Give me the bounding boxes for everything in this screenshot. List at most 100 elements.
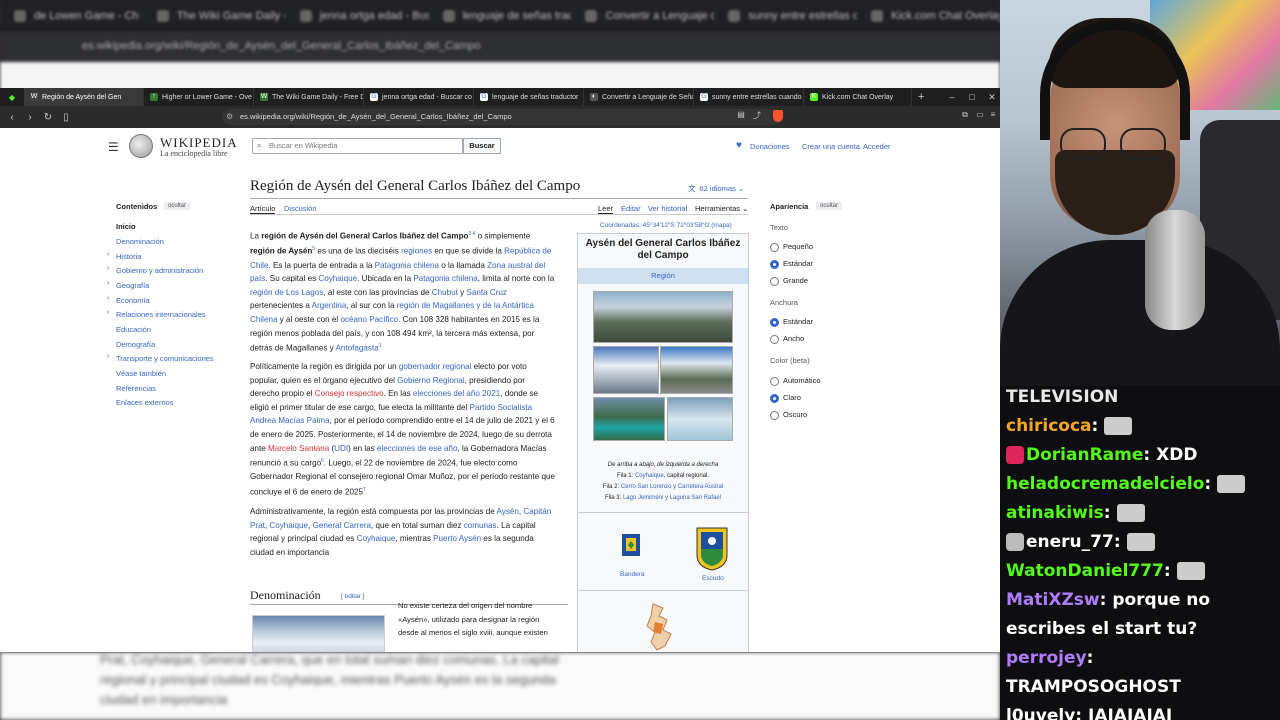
search-button[interactable]: Buscar (463, 138, 501, 154)
chat-username[interactable]: eneru_77 (1026, 532, 1114, 552)
article-link[interactable]: Andrea Macías Palma (250, 416, 330, 425)
create-account-link[interactable]: Crear una cuenta (802, 142, 860, 151)
chevron-right-icon[interactable]: › (107, 295, 109, 302)
radio-label[interactable]: Grande (783, 276, 808, 285)
back-icon[interactable]: ‹ (6, 112, 18, 123)
radio-label[interactable]: Claro (783, 393, 801, 402)
photo-laguna-san-rafael[interactable] (667, 397, 733, 441)
toc-item[interactable]: Inicio (116, 222, 136, 231)
article-link[interactable]: Chile (250, 261, 268, 270)
chat-username[interactable]: heladocremadelcielo (1006, 474, 1204, 494)
kick-extension-icon[interactable]: ◆ (0, 93, 24, 102)
login-link[interactable]: Acceder (863, 142, 891, 151)
chevron-right-icon[interactable]: › (107, 251, 109, 258)
flag-label[interactable]: Bandera (620, 571, 645, 578)
article-link[interactable]: Gobierno Regional (397, 376, 465, 385)
article-link[interactable]: Puerto Aysén (433, 534, 481, 543)
radio-label[interactable]: Automático (783, 376, 821, 385)
chat-username[interactable]: TELEVISION (1006, 387, 1118, 407)
article-link[interactable]: país (250, 274, 265, 283)
radio-button[interactable] (770, 335, 779, 344)
article-link[interactable]: región de Magallanes y de la Antártica (397, 301, 534, 310)
article-link[interactable]: Chubut (432, 288, 458, 297)
glacier-image[interactable] (252, 615, 385, 652)
tab-read[interactable]: Leer (598, 204, 614, 214)
radio-button[interactable] (770, 243, 779, 252)
search-input[interactable]: ⌕ Buscar en Wikipedia (252, 138, 463, 154)
caption-link[interactable]: Lago Jeinimeni y Laguna San Rafael (623, 495, 721, 501)
toc-item[interactable]: Denominación (116, 237, 164, 246)
article-link[interactable]: Zona austral del (487, 261, 545, 270)
photo-lago-jeinimeni[interactable] (593, 397, 665, 441)
site-info-icon[interactable]: ⚙ (226, 109, 233, 125)
article-link[interactable]: Prat (250, 521, 265, 530)
toc-hide-button[interactable]: ocultar (164, 202, 191, 210)
toc-item[interactable]: Relaciones internacionales (116, 310, 206, 319)
flag-image[interactable] (622, 534, 640, 556)
article-link[interactable]: Argentina (312, 301, 347, 310)
url-field[interactable]: ⚙ es.wikipedia.org/wiki/Región_de_Aysén_… (222, 109, 782, 125)
toc-item[interactable]: Referencias (116, 384, 156, 393)
share-icon[interactable]: ⤴ (752, 110, 762, 122)
article-link[interactable]: océano Pacífico (340, 315, 398, 324)
toc-item[interactable]: Historia (116, 252, 141, 261)
chat-username[interactable]: DorianRame (1026, 445, 1143, 465)
photo-carretera-austral[interactable] (660, 346, 733, 394)
chat-username[interactable]: atinakiwis (1006, 503, 1104, 523)
menu-icon[interactable]: ≡ (988, 110, 998, 122)
radio-label[interactable]: Estándar (783, 317, 813, 326)
main-menu-icon[interactable]: ☰ (108, 140, 119, 154)
wallet-icon[interactable]: ▭ (975, 110, 985, 122)
tab-item[interactable]: K Kick.com Chat Overlay (804, 88, 912, 106)
tab-discussion[interactable]: Discusión (284, 204, 317, 213)
new-tab-button[interactable]: + (918, 91, 924, 103)
tab-article[interactable]: Artículo (250, 204, 276, 214)
chevron-right-icon[interactable]: › (107, 265, 109, 272)
article-link[interactable]: Patagonia chilena (375, 261, 439, 270)
article-link[interactable]: región de Los Lagos (250, 288, 323, 297)
section-edit-link[interactable]: [ editar ] (341, 593, 364, 600)
tab-tools[interactable]: Herramientas ⌄ (695, 204, 748, 213)
donate-link[interactable]: Donaciones (750, 142, 790, 151)
article-link[interactable]: Capitán (523, 507, 551, 516)
reference-link[interactable]: 1 (379, 343, 382, 349)
tab-item[interactable]: Glenguaje de señas traductor (474, 88, 584, 106)
chevron-right-icon[interactable]: › (107, 280, 109, 287)
radio-button[interactable] (770, 394, 779, 403)
article-link[interactable]: elecciones de ese año (377, 444, 458, 453)
chat-username[interactable]: l0uvely (1006, 706, 1075, 720)
tab-item[interactable]: W The Wiki Game Daily - Free D (254, 88, 364, 106)
coat-of-arms-label[interactable]: Escudo (702, 575, 724, 582)
caption-link[interactable]: Cerro San Lorenzo y Carretera Austral (621, 484, 723, 490)
tab-history[interactable]: Ver historial (648, 204, 687, 213)
toc-item[interactable]: Enlaces externos (116, 398, 174, 407)
article-link[interactable]: regiones (401, 247, 432, 256)
tab-item[interactable]: Gjenna ortga edad - Buscar co (364, 88, 474, 106)
article-link[interactable]: República de (504, 247, 551, 256)
languages-button[interactable]: 文 62 idiomas ⌄ (688, 183, 744, 194)
close-window-button[interactable]: ✕ (980, 88, 1000, 106)
sidebar-icon[interactable]: ▯ (60, 112, 72, 123)
chat-username[interactable]: WatonDaniel777 (1006, 561, 1164, 581)
brave-shields-icon[interactable] (773, 110, 783, 122)
article-link[interactable]: gobernador regional (399, 362, 471, 371)
radio-label[interactable]: Pequeño (783, 242, 813, 251)
article-link[interactable]: Coyhaique (318, 274, 357, 283)
article-link[interactable]: Partido Socialista (470, 403, 533, 412)
tab-item[interactable]: ↑ Higher or Lower Game - Ove (144, 88, 254, 106)
photo-cerro-san-lorenzo[interactable] (593, 346, 659, 394)
toc-item[interactable]: Geografía (116, 281, 149, 290)
article-link[interactable]: comunas (464, 521, 497, 530)
toc-item[interactable]: Educación (116, 325, 151, 334)
reader-mode-icon[interactable]: ▤ (736, 110, 746, 122)
radio-button[interactable] (770, 260, 779, 269)
toc-item[interactable]: Economía (116, 296, 150, 305)
radio-label[interactable]: Oscuro (783, 410, 807, 419)
appearance-hide-button[interactable]: ocultar (816, 202, 843, 210)
radio-button[interactable] (770, 411, 779, 420)
chevron-right-icon[interactable]: › (107, 309, 109, 316)
article-link[interactable]: Coyhaique (269, 521, 308, 530)
coat-of-arms-image[interactable] (696, 527, 728, 571)
toc-item[interactable]: Demografía (116, 340, 155, 349)
article-link[interactable]: Santa Cruz (466, 288, 507, 297)
